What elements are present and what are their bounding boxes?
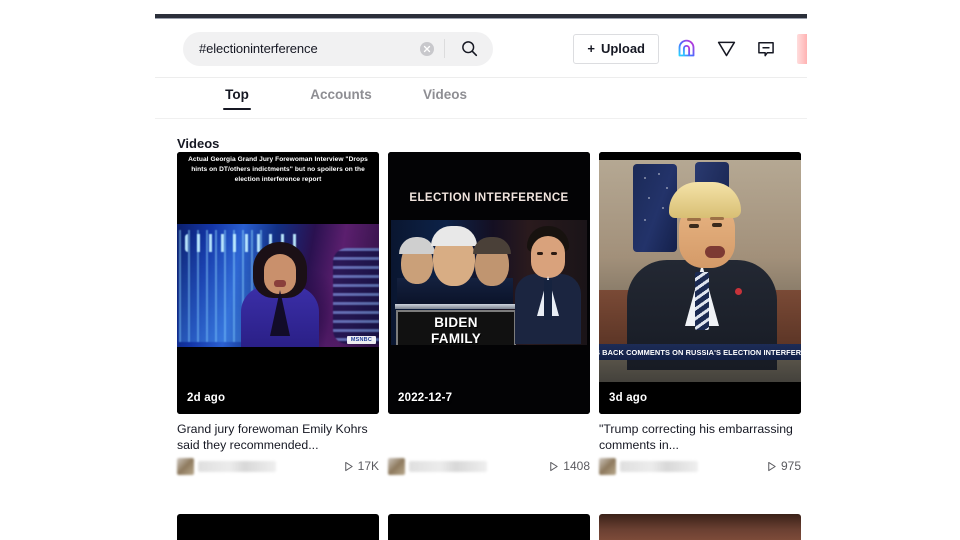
play-count: 975	[766, 459, 801, 473]
msnbc-logo: MSNBC	[346, 336, 376, 344]
play-triangle-icon	[768, 461, 776, 471]
message-bubble-icon[interactable]	[753, 36, 779, 62]
video-meta: 17K	[177, 457, 379, 475]
video-thumbnail[interactable]: ELECTION INTERFERENCE BIDEN FAMILY BUSIN…	[388, 152, 590, 414]
avatar	[177, 457, 194, 475]
tv-host-figure	[515, 226, 581, 344]
app-header: + Upload	[155, 20, 807, 78]
chyron-text: S BACK COMMENTS ON RUSSIA'S ELECTION INT…	[599, 347, 801, 357]
tiktok-effects-arch-icon[interactable]	[673, 36, 699, 62]
window-top-edge	[155, 14, 807, 19]
video-caption	[388, 421, 590, 453]
video-meta: 1408	[388, 457, 590, 475]
video-card[interactable]: ELECTION INTERFERENCE BIDEN FAMILY BUSIN…	[388, 152, 590, 475]
video-caption: "Trump correcting his embarrassing comme…	[599, 422, 793, 452]
profile-avatar[interactable]	[797, 33, 807, 64]
video-thumbnail[interactable]: MSNBC Actual Georgia Grand Jury Forewoma…	[177, 152, 379, 414]
news-graphic: BIDEN FAMILY BUSINESS	[391, 220, 587, 345]
overlay-text: Actual Georgia Grand Jury Forewoman Inte…	[188, 156, 368, 184]
paper-plane-icon[interactable]	[713, 36, 739, 62]
search-input[interactable]	[183, 41, 420, 56]
video-timestamp: 2022-12-7	[398, 392, 453, 404]
biden-family-business-plate: BIDEN FAMILY BUSINESS	[396, 310, 516, 345]
video-timestamp: 2d ago	[187, 392, 226, 404]
author-name-blurred	[409, 460, 487, 472]
author-name-blurred	[620, 460, 698, 472]
upload-label: Upload	[600, 41, 645, 56]
graphic-line-1: BIDEN	[434, 315, 478, 330]
thumbnail-text-overlay: Actual Georgia Grand Jury Forewoman Inte…	[177, 152, 379, 224]
video-card[interactable]: MSNBC Actual Georgia Grand Jury Forewoma…	[177, 152, 379, 475]
tab-accounts[interactable]: Accounts	[289, 79, 393, 112]
news-anchor-figure	[239, 242, 321, 347]
video-caption: Grand jury forewoman Emily Kohrs said th…	[177, 422, 368, 452]
video-timestamp: 3d ago	[609, 392, 648, 404]
graphic-line-2: FAMILY	[430, 331, 482, 345]
play-triangle-icon	[344, 461, 353, 471]
play-count-value: 1408	[563, 459, 590, 473]
news-chyron: S BACK COMMENTS ON RUSSIA'S ELECTION INT…	[599, 344, 801, 360]
section-title-videos: Videos	[177, 136, 220, 151]
search-result-tabs: Top Accounts Videos	[155, 79, 807, 119]
video-meta: 975	[599, 457, 801, 475]
play-count: 17K	[343, 459, 379, 473]
author-blurred[interactable]	[177, 457, 276, 475]
avatar	[388, 457, 405, 475]
figure-head-left	[399, 237, 435, 284]
video-thumbnail[interactable]	[599, 514, 801, 540]
video-thumbnail[interactable]	[177, 514, 379, 540]
plus-icon: +	[587, 41, 595, 56]
thumbnail-image-msnbc: MSNBC	[177, 222, 379, 347]
header-actions: + Upload	[573, 33, 807, 64]
upload-button[interactable]: + Upload	[573, 33, 659, 64]
video-thumbnail[interactable]	[388, 514, 590, 540]
subject-head	[665, 182, 743, 278]
author-name-blurred	[198, 460, 276, 472]
video-card[interactable]: S BACK COMMENTS ON RUSSIA'S ELECTION INT…	[599, 152, 801, 475]
video-grid: MSNBC Actual Georgia Grand Jury Forewoma…	[177, 152, 807, 475]
close-circle-icon[interactable]	[420, 41, 434, 56]
author-blurred[interactable]	[388, 457, 487, 475]
search-icon[interactable]	[445, 32, 493, 66]
subject-tie	[695, 272, 709, 330]
play-count-value: 975	[780, 459, 801, 473]
flag-lapel-pin	[735, 288, 742, 295]
graphic-shelf	[395, 304, 519, 309]
tiktok-search-page: + Upload	[155, 14, 807, 540]
screenshot-stage: + Upload	[0, 0, 960, 540]
tab-videos[interactable]: Videos	[393, 79, 497, 112]
overlay-title: ELECTION INTERFERENCE	[409, 192, 569, 204]
figure-head-center	[431, 226, 477, 286]
figure-head-right	[473, 237, 511, 286]
search-bar[interactable]	[183, 31, 493, 66]
play-count-value: 17K	[357, 459, 379, 473]
play-triangle-icon	[550, 461, 558, 471]
author-blurred[interactable]	[599, 457, 698, 475]
video-thumbnail[interactable]: S BACK COMMENTS ON RUSSIA'S ELECTION INT…	[599, 152, 801, 414]
play-count: 1408	[548, 459, 590, 473]
tab-top[interactable]: Top	[185, 79, 289, 112]
video-grid-row-2	[177, 514, 807, 540]
studio-stripes	[333, 248, 379, 344]
avatar	[599, 457, 616, 475]
